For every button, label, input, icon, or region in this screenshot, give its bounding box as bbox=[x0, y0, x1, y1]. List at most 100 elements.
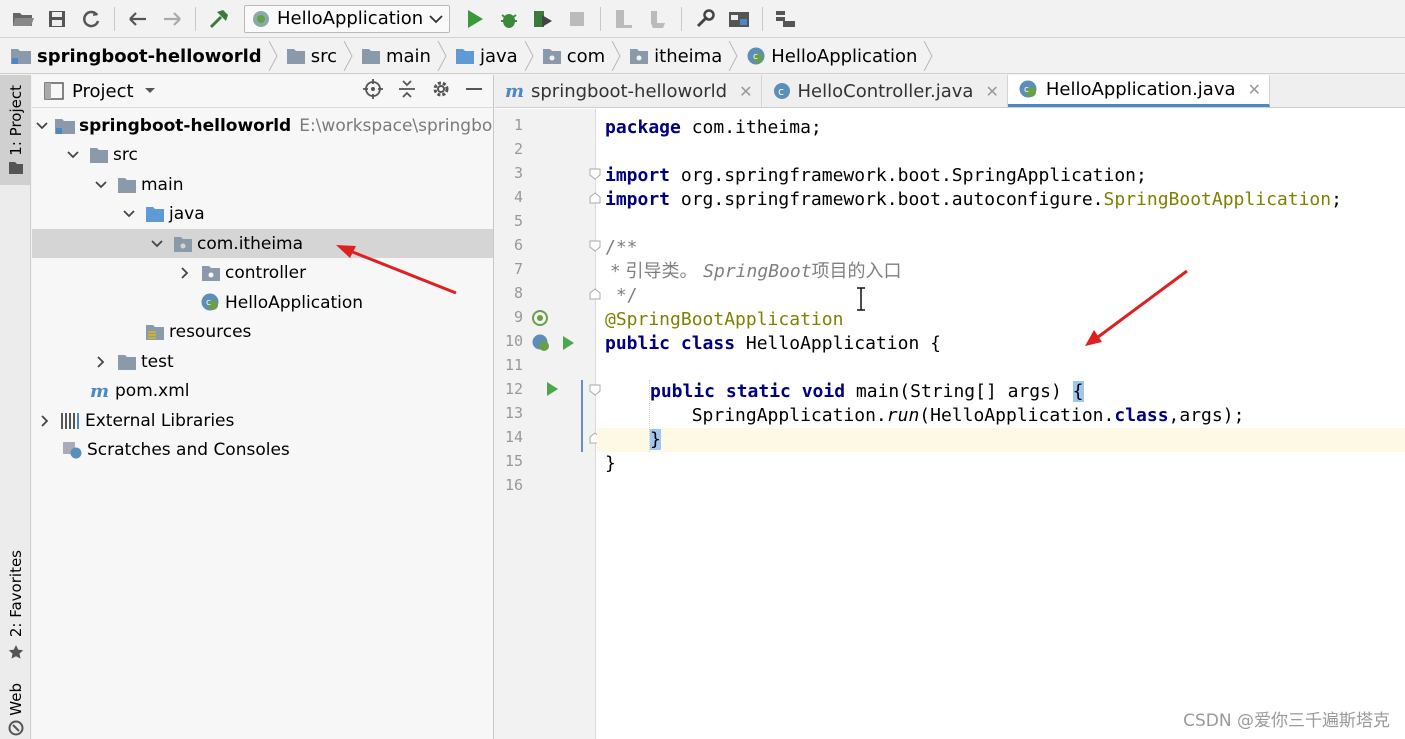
coverage-icon[interactable] bbox=[528, 4, 558, 34]
vcs-change-marker bbox=[581, 380, 583, 452]
svg-text:m: m bbox=[90, 381, 109, 401]
code-text: HelloApplication { bbox=[735, 333, 941, 354]
project-structure-layout-icon[interactable] bbox=[724, 4, 754, 34]
tool-tab-favorites[interactable]: 2: Favorites bbox=[0, 545, 31, 665]
forward-icon[interactable] bbox=[157, 4, 187, 34]
folder-icon bbox=[116, 175, 138, 195]
svg-text:c: c bbox=[753, 52, 758, 62]
breadcrumb-item-com[interactable]: com bbox=[542, 46, 611, 67]
caret-line-highlight bbox=[597, 428, 1405, 452]
sdk-icon[interactable] bbox=[643, 4, 673, 34]
chevron-down-icon[interactable] bbox=[64, 146, 82, 164]
chevron-right-icon[interactable] bbox=[36, 412, 54, 430]
code-line-1: package com.itheima; bbox=[605, 116, 822, 140]
tree-item-label: springboot-helloworld bbox=[79, 115, 292, 136]
stop-icon[interactable] bbox=[562, 4, 592, 34]
chevron-right-icon[interactable] bbox=[176, 264, 194, 282]
chevron-down-icon[interactable] bbox=[120, 205, 138, 223]
collapse-all-icon[interactable] bbox=[397, 79, 417, 99]
line-number: 2 bbox=[513, 140, 523, 158]
run-gutter-icon[interactable] bbox=[561, 335, 575, 351]
open-icon[interactable] bbox=[8, 4, 38, 34]
tree-item-external-libraries[interactable]: External Libraries bbox=[32, 406, 493, 435]
breadcrumb-separator bbox=[343, 41, 353, 71]
breadcrumb-item-java[interactable]: java bbox=[455, 46, 524, 67]
spring-boot-class-icon[interactable] bbox=[531, 333, 553, 355]
tree-item-label: controller bbox=[225, 262, 307, 283]
editor-tab-pom[interactable]: m springboot-helloworld ✕ bbox=[495, 75, 762, 107]
folder-icon bbox=[116, 352, 138, 372]
sync-icon[interactable] bbox=[76, 4, 106, 34]
code-text: org.springframework.boot.SpringApplicati… bbox=[670, 165, 1147, 186]
code-line-6: /** bbox=[605, 237, 638, 258]
line-number: 5 bbox=[513, 212, 523, 230]
tree-item-resources[interactable]: resources bbox=[32, 317, 493, 346]
breadcrumb-item-helloapplication[interactable]: c HelloApplication bbox=[746, 46, 923, 67]
tree-item-java[interactable]: java bbox=[32, 199, 493, 228]
breadcrumb-item-src[interactable]: src bbox=[286, 46, 343, 67]
run-icon[interactable] bbox=[460, 4, 490, 34]
save-icon[interactable] bbox=[42, 4, 72, 34]
chevron-down-icon[interactable] bbox=[148, 235, 166, 253]
tool-tab-project[interactable]: 1: Project bbox=[0, 75, 31, 185]
tree-item-test[interactable]: test bbox=[32, 347, 493, 376]
chevron-right-icon[interactable] bbox=[92, 353, 110, 371]
tree-item-controller[interactable]: controller bbox=[32, 258, 493, 287]
tree-item-project-root[interactable]: springboot-helloworld E:\workspace\sprin… bbox=[32, 111, 493, 140]
code-line-14: } bbox=[650, 428, 661, 452]
minimize-icon[interactable] bbox=[465, 79, 483, 99]
matched-brace: } bbox=[650, 429, 661, 450]
tree-item-helloapplication[interactable]: c HelloApplication bbox=[32, 288, 493, 317]
vcs-icon[interactable] bbox=[771, 4, 801, 34]
chevron-down-icon[interactable] bbox=[36, 117, 48, 135]
tree-item-label: Scratches and Consoles bbox=[87, 439, 290, 460]
code-editor: m springboot-helloworld ✕ c HelloControl… bbox=[495, 75, 1405, 739]
chevron-down-icon[interactable] bbox=[92, 176, 110, 194]
web-globe-icon bbox=[8, 720, 23, 736]
svg-text:m: m bbox=[505, 81, 524, 101]
tree-item-com-itheima[interactable]: com.itheima bbox=[32, 229, 493, 258]
breadcrumb-separator bbox=[728, 41, 738, 71]
folder-icon bbox=[286, 49, 305, 64]
view-dropdown-icon[interactable] bbox=[144, 87, 156, 95]
close-icon[interactable]: ✕ bbox=[985, 82, 998, 101]
close-icon[interactable]: ✕ bbox=[1248, 80, 1261, 99]
settings-wrench-icon[interactable] bbox=[690, 4, 720, 34]
code-line-9: @SpringBootApplication bbox=[605, 309, 844, 330]
comment-text: * 引导类。 bbox=[605, 261, 704, 282]
spring-bean-icon[interactable] bbox=[531, 309, 549, 327]
tree-item-pom-xml[interactable]: m pom.xml bbox=[32, 376, 493, 405]
breadcrumb-item-project[interactable]: springboot-helloworld bbox=[10, 46, 268, 67]
back-icon[interactable] bbox=[123, 4, 153, 34]
tree-item-scratches[interactable]: Scratches and Consoles bbox=[32, 435, 493, 464]
module-folder-icon bbox=[54, 116, 76, 136]
line-number: 10 bbox=[504, 332, 523, 350]
code-area[interactable]: package com.itheima; import org.springfr… bbox=[597, 109, 1405, 739]
tree-item-label: pom.xml bbox=[115, 380, 190, 401]
breadcrumb-item-itheima[interactable]: itheima bbox=[629, 46, 728, 67]
main-toolbar: HelloApplication bbox=[0, 0, 1405, 38]
annotation-reference: SpringBootApplication bbox=[1103, 189, 1332, 210]
close-icon[interactable]: ✕ bbox=[739, 82, 752, 101]
debug-icon[interactable] bbox=[494, 4, 524, 34]
gear-icon[interactable] bbox=[431, 79, 451, 99]
editor-tab-hellocontroller[interactable]: c HelloController.java ✕ bbox=[762, 75, 1008, 107]
editor-tab-helloapplication[interactable]: c HelloApplication.java ✕ bbox=[1007, 75, 1270, 107]
tool-tab-web[interactable]: Web bbox=[0, 680, 31, 739]
tree-item-main[interactable]: main bbox=[32, 170, 493, 199]
editor-tab-label: HelloApplication.java bbox=[1045, 79, 1236, 100]
locate-file-icon[interactable] bbox=[363, 79, 383, 99]
tree-item-src[interactable]: src bbox=[32, 140, 493, 169]
code-text: SpringApplication. bbox=[605, 405, 887, 426]
line-number: 14 bbox=[504, 428, 523, 446]
line-number: 11 bbox=[504, 356, 523, 374]
build-icon[interactable] bbox=[204, 4, 234, 34]
package-icon bbox=[200, 263, 222, 283]
breadcrumb-item-main[interactable]: main bbox=[361, 46, 437, 67]
run-configuration-label: HelloApplication bbox=[277, 8, 424, 29]
editor-tab-bar: m springboot-helloworld ✕ c HelloControl… bbox=[495, 75, 1405, 108]
run-configuration-select[interactable]: HelloApplication bbox=[244, 4, 451, 33]
run-gutter-icon[interactable] bbox=[545, 381, 559, 397]
spring-boot-class-icon: c bbox=[1019, 80, 1037, 97]
project-structure-icon[interactable] bbox=[609, 4, 639, 34]
